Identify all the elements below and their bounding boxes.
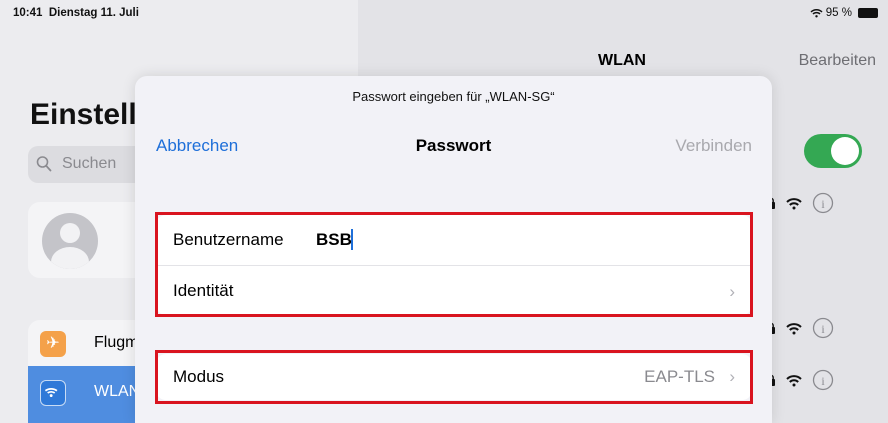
battery-percent: 95 % [825, 7, 852, 19]
connect-button[interactable]: Verbinden [675, 136, 752, 156]
highlight-box [155, 212, 753, 317]
edit-button[interactable]: Bearbeiten [799, 52, 876, 70]
info-icon[interactable]: i [812, 369, 834, 391]
wifi-icon [40, 380, 66, 406]
status-time: 10:41 Dienstag 11. Juli [13, 7, 139, 19]
airplane-icon: ✈ [40, 331, 66, 357]
wlan-toggle[interactable] [804, 134, 862, 168]
wifi-icon [786, 374, 802, 386]
network-row[interactable]: i [766, 360, 888, 400]
info-icon[interactable]: i [812, 317, 834, 339]
wifi-icon [786, 197, 802, 209]
status-date: Dienstag 11. Juli [48, 7, 139, 19]
avatar [42, 213, 98, 269]
network-row[interactable]: i [766, 183, 888, 223]
svg-text:i: i [821, 197, 825, 211]
svg-text:i: i [821, 322, 825, 336]
sidebar-item-label: WLAN [94, 383, 141, 400]
wifi-icon [786, 322, 802, 334]
svg-text:i: i [821, 374, 825, 388]
network-row[interactable]: i [766, 308, 888, 348]
info-icon[interactable]: i [812, 192, 834, 214]
search-icon [36, 156, 52, 172]
search-placeholder: Suchen [62, 155, 117, 172]
battery-status: 95 % [810, 7, 878, 19]
battery-icon [858, 8, 878, 18]
wifi-status-icon [810, 9, 823, 18]
dialog-prompt: Passwort eingeben für „WLAN-SG“ [352, 89, 555, 104]
page-title: WLAN [598, 52, 646, 69]
highlight-box [155, 350, 753, 404]
status-time-value: 10:41 [13, 7, 43, 19]
